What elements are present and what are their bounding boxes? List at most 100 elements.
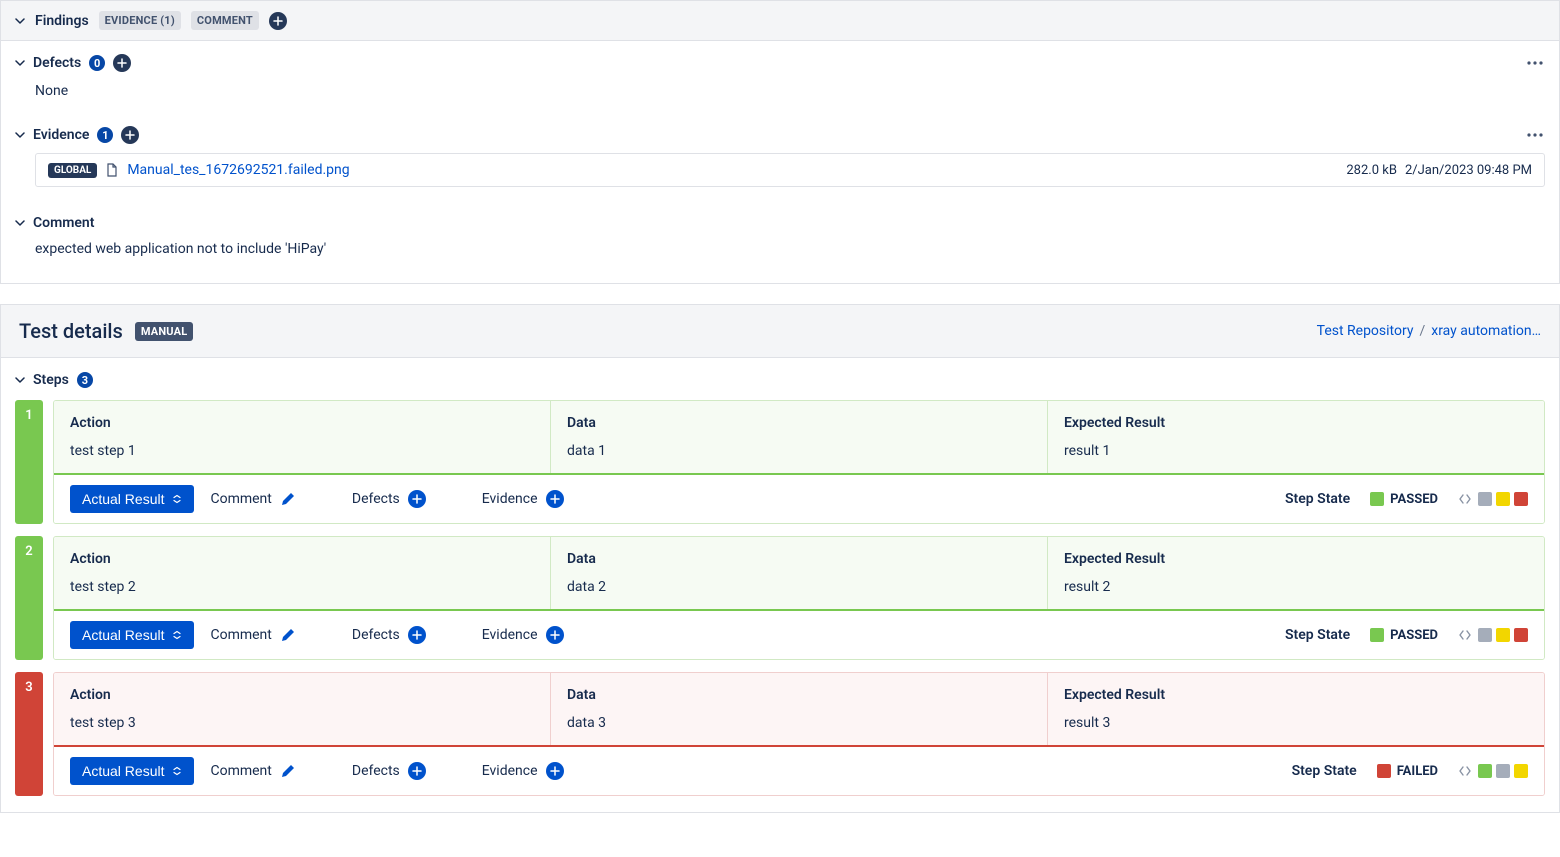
add-step-defect-button[interactable] — [408, 626, 426, 644]
data-value: data 2 — [567, 579, 1031, 595]
comment-text: expected web application not to include … — [15, 239, 1545, 267]
data-header: Data — [567, 551, 1031, 567]
step-state-label: Step State — [1285, 491, 1350, 507]
state-option[interactable] — [1478, 764, 1492, 778]
expected-value: result 1 — [1064, 443, 1528, 459]
step-state-picker — [1458, 764, 1528, 778]
comment-badge: COMMENT — [191, 11, 259, 30]
action-header: Action — [70, 687, 534, 703]
add-finding-button[interactable] — [269, 12, 287, 30]
data-header: Data — [567, 415, 1031, 431]
expand-icon — [172, 630, 182, 640]
defects-count: 0 — [89, 55, 105, 71]
state-option[interactable] — [1514, 764, 1528, 778]
evidence-label: Evidence — [482, 627, 538, 643]
findings-title: Findings — [35, 13, 89, 29]
steps-section: Steps 3 1 Action test step 1 Data data 1… — [0, 358, 1560, 813]
action-value: test step 3 — [70, 715, 534, 731]
expected-header: Expected Result — [1064, 415, 1528, 431]
add-step-defect-button[interactable] — [408, 762, 426, 780]
step-row: 3 Action test step 3 Data data 3 Expecte… — [15, 672, 1545, 796]
evidence-date: 2/Jan/2023 09:48 PM — [1405, 163, 1532, 178]
add-step-evidence-button[interactable] — [546, 490, 564, 508]
pencil-icon[interactable] — [280, 491, 296, 507]
evidence-filename-link[interactable]: Manual_tes_1672692521.failed.png — [127, 162, 349, 178]
evidence-count: 1 — [97, 127, 113, 143]
expected-value: result 2 — [1064, 579, 1528, 595]
test-details-title: Test details — [19, 319, 123, 343]
actual-result-button[interactable]: Actual Result — [70, 757, 194, 785]
evidence-section: Evidence 1 GLOBAL Manual_tes_1672692521.… — [1, 113, 1559, 203]
state-option[interactable] — [1514, 628, 1528, 642]
evidence-title: Evidence — [33, 127, 89, 143]
expected-value: result 3 — [1064, 715, 1528, 731]
manual-badge: MANUAL — [135, 322, 194, 341]
state-option[interactable] — [1496, 764, 1510, 778]
step-state-picker — [1458, 628, 1528, 642]
expand-icon — [172, 494, 182, 504]
code-icon[interactable] — [1458, 628, 1472, 642]
action-header: Action — [70, 415, 534, 431]
state-option[interactable] — [1478, 628, 1492, 642]
defects-title: Defects — [33, 55, 81, 71]
pencil-icon[interactable] — [280, 763, 296, 779]
data-value: data 1 — [567, 443, 1031, 459]
add-step-evidence-button[interactable] — [546, 626, 564, 644]
step-state-label: Step State — [1285, 627, 1350, 643]
steps-count: 3 — [77, 372, 93, 388]
chevron-down-icon[interactable] — [15, 16, 25, 26]
step-number: 1 — [15, 400, 43, 524]
chevron-down-icon[interactable] — [15, 58, 25, 68]
step-state-label: Step State — [1292, 763, 1357, 779]
comment-label: Comment — [210, 491, 271, 507]
code-icon[interactable] — [1458, 492, 1472, 506]
actual-result-button[interactable]: Actual Result — [70, 485, 194, 513]
findings-body: Defects 0 None Evidence 1 — [0, 41, 1560, 284]
actual-result-button[interactable]: Actual Result — [70, 621, 194, 649]
comment-title: Comment — [33, 215, 94, 231]
steps-title: Steps — [33, 372, 69, 388]
pencil-icon[interactable] — [280, 627, 296, 643]
more-icon[interactable] — [1525, 53, 1545, 73]
defects-none: None — [15, 81, 1545, 109]
step-row: 1 Action test step 1 Data data 1 Expecte… — [15, 400, 1545, 524]
expected-header: Expected Result — [1064, 687, 1528, 703]
code-icon[interactable] — [1458, 764, 1472, 778]
action-value: test step 1 — [70, 443, 534, 459]
findings-header: Findings EVIDENCE (1) COMMENT — [0, 0, 1560, 41]
breadcrumb: Test Repository / xray automation… — [1317, 323, 1541, 339]
step-row: 2 Action test step 2 Data data 2 Expecte… — [15, 536, 1545, 660]
defects-label: Defects — [352, 627, 400, 643]
breadcrumb-repo-link[interactable]: Test Repository — [1317, 323, 1414, 339]
state-option[interactable] — [1514, 492, 1528, 506]
add-evidence-button[interactable] — [121, 126, 139, 144]
state-option[interactable] — [1496, 492, 1510, 506]
add-step-evidence-button[interactable] — [546, 762, 564, 780]
expand-icon — [172, 766, 182, 776]
action-header: Action — [70, 551, 534, 567]
global-badge: GLOBAL — [48, 163, 97, 178]
step-state-result: FAILED — [1377, 764, 1438, 779]
chevron-down-icon[interactable] — [15, 375, 25, 385]
step-state-result: PASSED — [1370, 492, 1438, 507]
state-option[interactable] — [1496, 628, 1510, 642]
more-icon[interactable] — [1525, 125, 1545, 145]
chevron-down-icon[interactable] — [15, 218, 25, 228]
evidence-label: Evidence — [482, 763, 538, 779]
state-option[interactable] — [1478, 492, 1492, 506]
step-state-result: PASSED — [1370, 628, 1438, 643]
defects-section: Defects 0 None — [1, 41, 1559, 113]
breadcrumb-path-link[interactable]: xray automation… — [1431, 323, 1541, 339]
breadcrumb-separator: / — [1419, 323, 1425, 339]
evidence-label: Evidence — [482, 491, 538, 507]
add-step-defect-button[interactable] — [408, 490, 426, 508]
data-header: Data — [567, 687, 1031, 703]
evidence-size: 282.0 kB — [1346, 163, 1397, 178]
add-defect-button[interactable] — [113, 54, 131, 72]
step-state-picker — [1458, 492, 1528, 506]
step-number: 2 — [15, 536, 43, 660]
evidence-item: GLOBAL Manual_tes_1672692521.failed.png … — [35, 153, 1545, 187]
action-value: test step 2 — [70, 579, 534, 595]
chevron-down-icon[interactable] — [15, 130, 25, 140]
file-icon — [105, 163, 119, 177]
